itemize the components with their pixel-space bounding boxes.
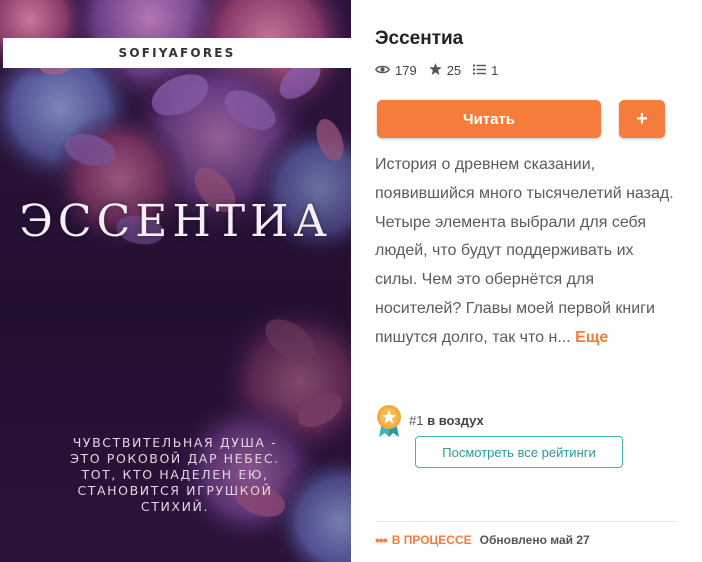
cover-author: SOFIYAFORES [118, 46, 236, 60]
votes-count: 25 [446, 63, 462, 78]
votes-stat: 25 [428, 63, 462, 78]
story-status: ••• В ПРОЦЕССЕ Обновлено май 27 [375, 532, 590, 548]
cover-tagline: ЧУВСТВИТЕЛЬНАЯ ДУША - ЭТО РОКОВОЙ ДАР НЕ… [70, 435, 280, 514]
status-label: В ПРОЦЕССЕ [391, 533, 472, 547]
reads-count: 179 [395, 63, 417, 78]
description-text: История о древнем сказании, появившийся … [375, 156, 674, 346]
ranking-medal-icon [375, 405, 403, 442]
ranking-number: #1 [409, 413, 424, 428]
show-more-link[interactable]: Еще [575, 329, 608, 346]
updated-date: Обновлено май 27 [479, 533, 590, 547]
story-description: История о древнем сказании, появившийся … [375, 151, 675, 353]
ranking-text: #1 в воздух [409, 413, 484, 428]
story-title: Эссентиа [375, 28, 464, 49]
cover-author-band: SOFIYAFORES [3, 38, 351, 68]
list-icon [473, 63, 491, 78]
ranking-tag: в воздух [427, 413, 484, 428]
add-to-library-button[interactable]: + [619, 100, 665, 138]
book-cover[interactable]: SOFIYAFORES ЭССЕНТИА ЧУВСТВИТЕЛЬНАЯ ДУША… [0, 0, 351, 562]
eye-icon [375, 63, 395, 78]
parts-stat: 1 [473, 63, 498, 78]
read-button[interactable]: Читать [377, 100, 601, 138]
story-stats: 179 25 1 [375, 63, 510, 78]
divider [375, 521, 677, 522]
in-progress-icon: ••• [375, 532, 388, 548]
cover-title: ЭССЕНТИА [19, 196, 332, 247]
story-info-panel: Эссентиа 179 25 1 Читать + История о дре… [375, 0, 680, 562]
star-icon [428, 63, 447, 78]
reads-stat: 179 [375, 63, 417, 78]
view-all-rankings-button[interactable]: Посмотреть все рейтинги [415, 436, 623, 468]
ranking-badge: #1 в воздух [375, 404, 484, 443]
parts-count: 1 [491, 63, 499, 78]
